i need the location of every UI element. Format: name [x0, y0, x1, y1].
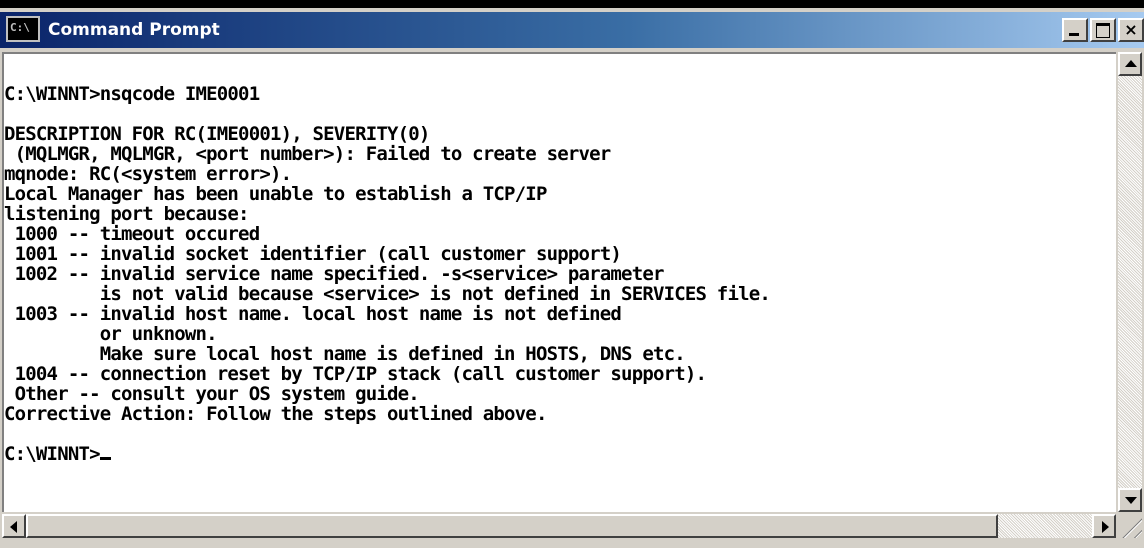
horizontal-scrollbar[interactable]	[2, 514, 1116, 538]
scroll-up-arrow-icon	[1125, 60, 1137, 67]
console-line-text: mqnode: RC(<system error>).	[4, 163, 292, 185]
console-line: Make sure local host name is defined in …	[4, 344, 770, 364]
console-line-text: 1004 -- connection reset by TCP/IP stack…	[4, 363, 707, 385]
console-line-text: DESCRIPTION FOR RC(IME0001), SEVERITY(0)	[4, 123, 430, 145]
scroll-right-button[interactable]	[1092, 514, 1116, 538]
resize-grip-icon[interactable]	[1118, 514, 1142, 538]
console-line-text: 1001 -- invalid socket identifier (call …	[4, 243, 622, 265]
console-line-text: Make sure local host name is defined in …	[4, 343, 686, 365]
console-line-text: C:\WINNT>nsqcode IME0001	[4, 83, 260, 105]
console-line-text: Local Manager has been unable to establi…	[4, 183, 547, 205]
scroll-left-arrow-icon	[10, 521, 17, 533]
console-line: Local Manager has been unable to establi…	[4, 184, 770, 204]
console-output-area[interactable]: C:\WINNT>nsqcode IME0001 DESCRIPTION FOR …	[2, 52, 1116, 512]
console-line: 1002 -- invalid service name specified. …	[4, 264, 770, 284]
console-line: mqnode: RC(<system error>).	[4, 164, 770, 184]
console-line-text: 1002 -- invalid service name specified. …	[4, 263, 665, 285]
console-line-text: (MQLMGR, MQLMGR, <port number>): Failed …	[4, 143, 612, 165]
window-title: Command Prompt	[48, 20, 220, 40]
scroll-up-button[interactable]	[1118, 52, 1142, 76]
close-icon: ×	[1124, 20, 1138, 39]
console-line: DESCRIPTION FOR RC(IME0001), SEVERITY(0)	[4, 124, 770, 144]
vertical-scrollbar[interactable]	[1118, 52, 1142, 512]
command-prompt-window: C:\ Command Prompt × C:\WINNT>nsqcode IM…	[0, 0, 1144, 548]
console-line-text: C:\WINNT>	[4, 443, 101, 465]
console-line: (MQLMGR, MQLMGR, <port number>): Failed …	[4, 144, 770, 164]
console-line: C:\WINNT>nsqcode IME0001	[4, 84, 770, 104]
console-line: 1003 -- invalid host name. local host na…	[4, 304, 770, 324]
console-line: 1000 -- timeout occured	[4, 224, 770, 244]
console-line-text: Other -- consult your OS system guide.	[4, 383, 420, 405]
console-line: 1001 -- invalid socket identifier (call …	[4, 244, 770, 264]
console-line: Corrective Action: Follow the steps outl…	[4, 404, 770, 424]
console-line-text: 1000 -- timeout occured	[4, 223, 261, 245]
console-line: is not valid because <service> is not de…	[4, 283, 771, 305]
scroll-left-button[interactable]	[2, 514, 26, 538]
console-line: or unknown.	[4, 324, 770, 344]
horizontal-scroll-thumb[interactable]	[26, 514, 998, 538]
screen-top-edge	[0, 0, 1144, 8]
console-text: C:\WINNT>nsqcode IME0001 DESCRIPTION FOR …	[4, 84, 771, 464]
title-bar[interactable]: C:\ Command Prompt ×	[0, 12, 1144, 48]
scroll-down-arrow-icon	[1125, 497, 1137, 504]
console-line-text: Corrective Action: Follow the steps outl…	[4, 403, 547, 425]
console-line: C:\WINNT>	[4, 444, 770, 464]
scroll-right-arrow-icon	[1102, 521, 1109, 533]
maximize-button[interactable]	[1090, 18, 1116, 42]
scroll-down-button[interactable]	[1118, 488, 1142, 512]
console-line-text: is not valid because <service> is not de…	[4, 283, 771, 305]
console-line: Other -- consult your OS system guide.	[4, 384, 770, 404]
cmd-icon[interactable]: C:\	[6, 16, 40, 42]
console-line-text: listening port because:	[4, 203, 250, 225]
minimize-button[interactable]	[1062, 18, 1088, 42]
console-line: 1004 -- connection reset by TCP/IP stack…	[4, 364, 770, 384]
close-button[interactable]: ×	[1118, 18, 1144, 42]
console-line-text: or unknown.	[4, 323, 218, 345]
console-line: listening port because:	[4, 204, 770, 224]
text-cursor	[99, 457, 111, 460]
console-line-text: 1003 -- invalid host name. local host na…	[4, 303, 622, 325]
